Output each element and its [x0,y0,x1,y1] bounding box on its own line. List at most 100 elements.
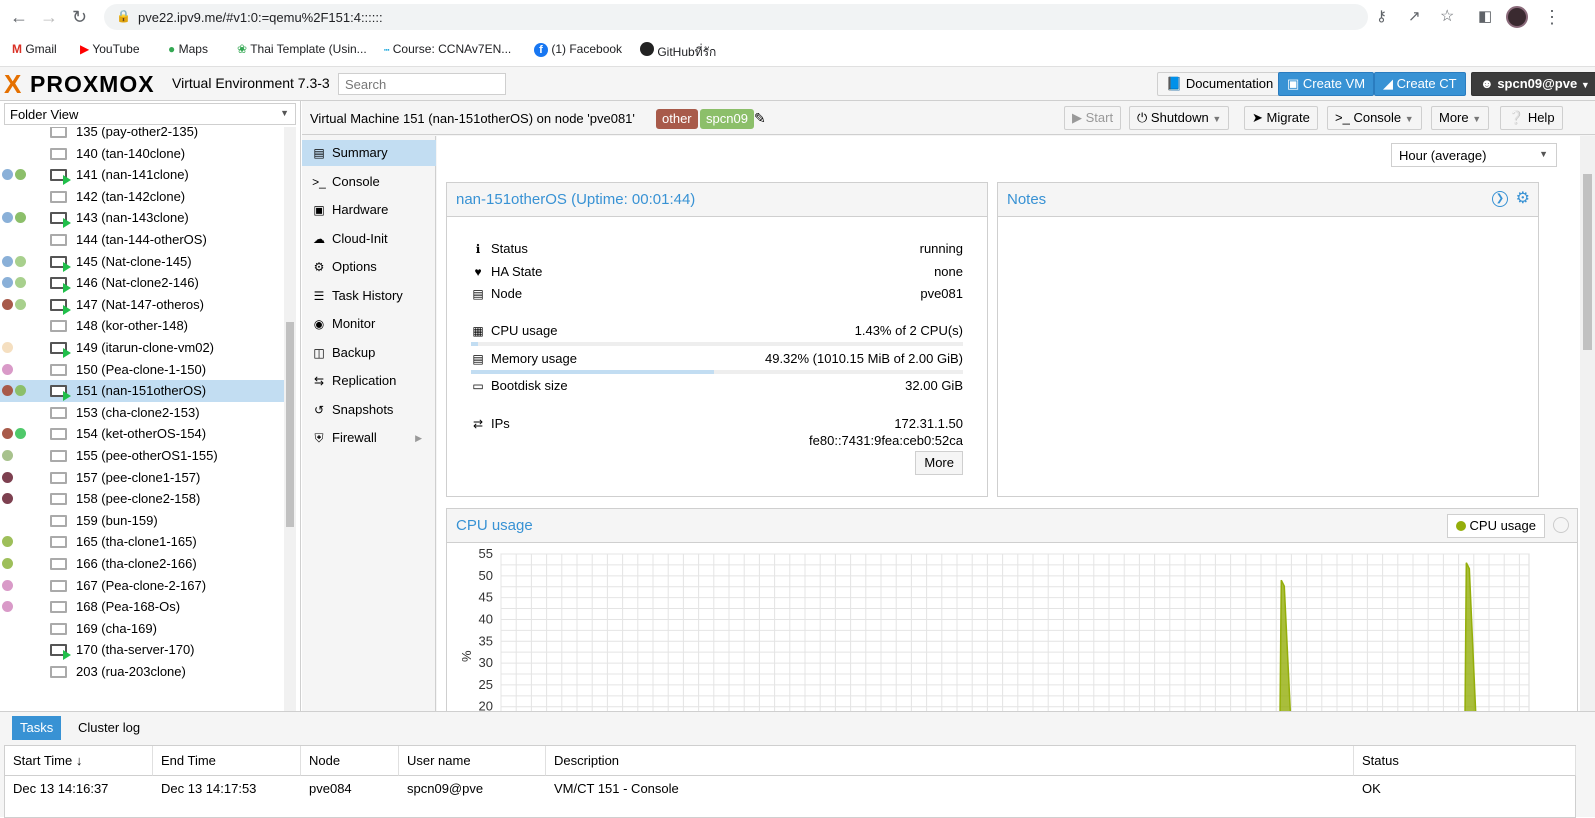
user-menu-button[interactable]: ☻ spcn09@pve ▼ [1471,72,1595,96]
profile-avatar[interactable] [1506,6,1528,28]
column-header[interactable]: Start Time ↓ [5,746,153,776]
tree-item-vm[interactable]: 150 (Pea-clone-1-150) [0,359,284,381]
nav-item-options[interactable]: ⚙ Options [302,254,436,280]
tree-item-vm[interactable]: 154 (ket-otherOS-154) [0,423,284,445]
cpu-legend-button[interactable]: CPU usage [1446,514,1545,538]
tag-other[interactable]: other [656,109,698,129]
tab-tasks[interactable]: Tasks [12,716,62,740]
start-button[interactable]: ▶ Start [1064,106,1122,130]
nav-item-cloud-init[interactable]: ☁ Cloud-Init [302,226,436,252]
help-label: Help [1527,110,1555,125]
tree-item-vm[interactable]: 166 (tha-clone2-166) [0,553,284,575]
content-scrollbar-thumb[interactable] [1583,174,1592,350]
tag-dot [15,255,26,267]
tree-item-vm[interactable]: 144 (tan-144-otherOS) [0,229,284,251]
nav-item-firewall[interactable]: ⛨ Firewall ▶ [302,425,436,451]
back-icon[interactable]: ← [10,7,28,27]
column-header[interactable]: Node [301,746,399,776]
notes-panel-header: Notes ❯ ⚙ [998,183,1538,217]
tree-item-vm[interactable]: 158 (pee-clone2-158) [0,488,284,510]
nav-item-monitor[interactable]: ◉ Monitor [302,311,436,337]
forward-icon[interactable]: → [40,7,58,27]
tree-item-vm[interactable]: 169 (cha-169) [0,618,284,640]
nav-item-hardware[interactable]: ▣ Hardware [302,197,436,223]
maps-icon: ● [168,42,176,56]
gear-icon[interactable]: ⚙ [1516,188,1530,208]
migrate-button[interactable]: ➤ Migrate [1244,106,1318,130]
help-button[interactable]: ❔ Help [1500,106,1563,130]
content-scrollbar[interactable] [1580,136,1595,718]
tree-item-vm[interactable]: 147 (Nat-147-otheros) [0,294,284,316]
tree-scrollbar[interactable] [284,127,296,717]
url-text: pve22.ipv9.me/#v1:0:=qemu%2F151:4:::::: [138,10,383,25]
address-bar[interactable]: 🔒 pve22.ipv9.me/#v1:0:=qemu%2F151:4:::::… [104,4,1368,30]
tree-item-vm[interactable]: 203 (rua-203clone) [0,661,284,683]
ips-more-button[interactable]: More [915,451,963,475]
search-input[interactable]: Search [338,73,506,95]
tree-item-vm[interactable]: 157 (pee-clone1-157) [0,467,284,489]
tag-spcn09[interactable]: spcn09 [700,109,754,129]
console-button[interactable]: >_ Console ▼ [1327,106,1422,130]
play-icon [63,348,71,358]
bookmark-maps[interactable]: ● Maps [168,42,208,56]
cpu-row: ▦ CPU usage 1.43% of 2 CPU(s) [471,321,963,341]
key-icon[interactable]: ⚷ [1376,7,1387,27]
bookmark-facebook[interactable]: f (1) Facebook [534,42,622,57]
tag-dot [15,428,26,440]
vm-running-icon [50,385,71,402]
nav-item-task-history[interactable]: ☰ Task History [302,283,436,309]
tree-item-vm[interactable]: 153 (cha-clone2-153) [0,402,284,424]
tab-cluster-log[interactable]: Cluster log [70,716,148,740]
view-selector[interactable]: Folder View ▼ [4,103,296,125]
tree-item-vm[interactable]: 170 (tha-server-170) [0,639,284,661]
shutdown-button[interactable]: ⏻ Shutdown ▼ [1129,106,1230,130]
bookmark-ccna[interactable]: ┅ Course: CCNAv7EN... [384,42,511,56]
tree-item-vm[interactable]: 155 (pee-otherOS1-155) [0,445,284,467]
pencil-icon[interactable]: ✎ [754,110,766,127]
tree-item-vm[interactable]: 135 (pay-other2-135) [0,127,284,143]
tree-item-vm[interactable]: 151 (nan-151otherOS) [0,380,284,403]
nav-item-summary[interactable]: ▤ Summary [302,140,436,166]
tree-item-vm[interactable]: 167 (Pea-clone-2-167) [0,575,284,597]
share-icon[interactable]: ↗ [1408,7,1421,27]
collapse-icon[interactable] [1553,517,1569,533]
nav-item-snapshots[interactable]: ↺ Snapshots [302,397,436,423]
lock-icon: 🔒 [116,9,131,23]
column-header[interactable]: Status [1354,746,1576,776]
bookmark-gmail[interactable]: M Gmail [12,42,57,56]
y-tick-label: 40 [479,611,493,626]
create-ct-button[interactable]: ◢ Create CT [1374,72,1466,96]
tree-item-vm[interactable]: 159 (bun-159) [0,510,284,532]
tree-scrollbar-thumb[interactable] [286,322,294,527]
ha-value: none [934,264,963,279]
tree-item-vm[interactable]: 148 (kor-other-148) [0,315,284,337]
tree-item-vm[interactable]: 143 (nan-143clone) [0,207,284,229]
bookmark-youtube[interactable]: ▶ YouTube [80,42,140,56]
reload-icon[interactable]: ↻ [72,7,87,27]
tree-item-vm[interactable]: 142 (tan-142clone) [0,186,284,208]
column-header[interactable]: Description [546,746,1354,776]
tree-item-vm[interactable]: 145 (Nat-clone-145) [0,251,284,273]
nav-item-replication[interactable]: ⇆ Replication [302,368,436,394]
tree-item-vm[interactable]: 141 (nan-141clone) [0,164,284,186]
tree-item-vm[interactable]: 146 (Nat-clone2-146) [0,272,284,294]
bookmark-github[interactable]: GitHubที่รัก [640,42,716,62]
column-header[interactable]: End Time [153,746,301,776]
sidepanel-icon[interactable]: ◧ [1478,7,1492,27]
timeframe-select[interactable]: Hour (average) ▼ [1391,143,1557,167]
create-vm-button[interactable]: ▣ Create VM [1278,72,1375,96]
more-button[interactable]: More ▼ [1431,106,1490,130]
column-header[interactable]: User name [399,746,546,776]
tree-item-vm[interactable]: 168 (Pea-168-Os) [0,596,284,618]
documentation-button[interactable]: 📘 Documentation [1157,72,1283,96]
expand-icon[interactable]: ❯ [1492,191,1508,207]
tree-item-vm[interactable]: 149 (itarun-clone-vm02) [0,337,284,359]
tree-item-vm[interactable]: 165 (tha-clone1-165) [0,531,284,553]
menu-icon[interactable]: ⋮ [1543,7,1561,27]
star-icon[interactable]: ☆ [1440,7,1454,27]
bookmark-thai-template[interactable]: ❀ Thai Template (Usin... [237,42,367,56]
tree-item-vm[interactable]: 140 (tan-140clone) [0,143,284,165]
nav-item-console[interactable]: >_ Console [302,169,436,195]
nav-item-backup[interactable]: ◫ Backup [302,340,436,366]
list-icon: ☰ [313,288,325,303]
